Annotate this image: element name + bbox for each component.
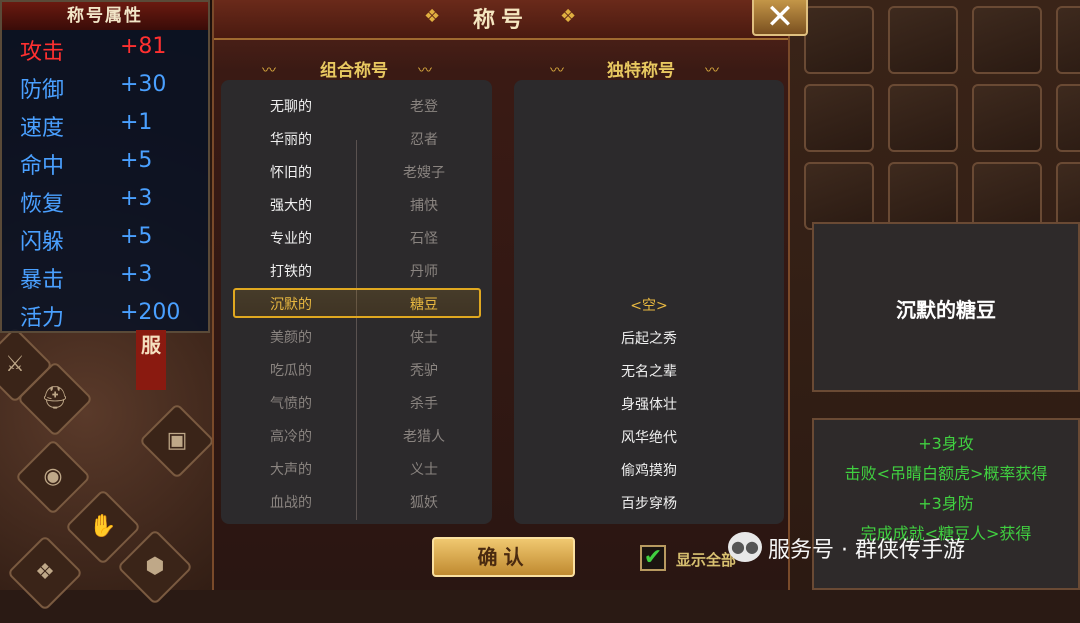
unique-title-item[interactable]: 偷鸡摸狗 [514,460,784,480]
combo-prefix-item[interactable]: 沉默的 [241,294,341,314]
inventory-slot[interactable] [888,162,958,230]
description-line: 击败<吊睛白额虎>概率获得 [844,464,1048,483]
close-button[interactable]: ✕ [752,0,808,36]
combo-suffix-item[interactable]: 老嫂子 [374,162,474,182]
combo-suffix-item[interactable]: 石怪 [374,228,474,248]
attributes-title: 称号属性 [2,2,208,30]
attribute-name: 攻击 [20,40,65,65]
inventory-slot[interactable] [804,6,874,74]
attribute-name: 防御 [20,78,65,103]
hat-icon: ◉ [43,464,63,489]
inventory-slot[interactable] [1056,6,1080,74]
gloves-icon: ✋ [89,514,117,539]
dialog-title: 称号 [472,8,529,33]
combo-prefix-item[interactable]: 气愤的 [241,393,341,413]
unique-title-item[interactable]: 百步穿杨 [514,493,784,513]
attribute-row: 攻击 +81 [2,30,208,68]
combo-suffix-item[interactable]: 义士 [374,459,474,479]
attribute-row: 活力 +200 [2,296,208,334]
inventory-slot[interactable] [1056,162,1080,230]
column-divider [356,140,357,520]
helmet-icon: ⛑ [41,386,69,411]
show-all-checkbox[interactable]: ✔ [640,545,666,571]
unique-title-item[interactable]: 风华绝代 [514,427,784,447]
inventory-slot[interactable] [972,162,1042,230]
combo-prefix-item[interactable]: 无聊的 [241,96,341,116]
side-tab-tag[interactable]: 服 [136,330,166,390]
attribute-name: 速度 [20,116,65,141]
attribute-name: 暴击 [20,268,65,293]
combo-prefix-item[interactable]: 大声的 [241,459,341,479]
unique-title-heading: 独特称号 [607,61,675,81]
selected-title-name: 沉默的糖豆 [896,298,996,322]
attribute-name: 恢复 [20,192,65,217]
section-ornament-icon: 〰 [550,63,564,79]
combo-suffix-item[interactable]: 糖豆 [374,294,474,314]
combo-prefix-item[interactable]: 强大的 [241,195,341,215]
inventory-slot[interactable] [972,6,1042,74]
attribute-value: +3 [120,186,153,211]
attribute-name: 活力 [20,306,65,331]
title-attributes-panel: 称号属性 攻击 +81 防御 +30 速度 +1 命中 +5 恢复 +3 闪躲 … [0,0,210,333]
armor-icon: ▣ [166,428,188,453]
inventory-slot[interactable] [804,162,874,230]
attribute-name: 命中 [20,154,65,179]
title-ornament-right-icon: ❖ [560,6,577,27]
inventory-slot[interactable] [804,84,874,152]
unique-title-item[interactable]: <空> [514,295,784,315]
combo-prefix-item[interactable]: 吃瓜的 [241,360,341,380]
attribute-value: +1 [120,110,153,135]
attribute-row: 防御 +30 [2,68,208,106]
attribute-value: +5 [120,224,153,249]
combo-prefix-item[interactable]: 高冷的 [241,426,341,446]
inventory-slot[interactable] [888,84,958,152]
description-line: +3身防 [918,494,974,513]
attribute-value: +30 [120,72,167,97]
attribute-row: 命中 +5 [2,144,208,182]
unique-title-item[interactable]: 后起之秀 [514,328,784,348]
attribute-row: 速度 +1 [2,106,208,144]
combo-title-heading: 组合称号 [320,61,388,81]
combo-prefix-item[interactable]: 专业的 [241,228,341,248]
inventory-slot[interactable] [888,6,958,74]
show-all-label: 显示全部 [676,551,737,569]
attribute-value: +3 [120,262,153,287]
combo-suffix-item[interactable]: 老猎人 [374,426,474,446]
section-ornament-icon: 〰 [705,63,719,79]
combo-suffix-item[interactable]: 狐妖 [374,492,474,512]
inventory-slot[interactable] [1056,84,1080,152]
combo-prefix-item[interactable]: 怀旧的 [241,162,341,182]
unique-title-item[interactable]: 身强体壮 [514,394,784,414]
combo-prefix-item[interactable]: 打铁的 [241,261,341,281]
attribute-value: +5 [120,148,153,173]
inventory-slot[interactable] [972,84,1042,152]
confirm-button[interactable]: 确认 [432,537,575,577]
combo-suffix-item[interactable]: 秃驴 [374,360,474,380]
combo-suffix-item[interactable]: 忍者 [374,129,474,149]
description-line: +3身攻 [918,434,974,453]
combo-suffix-item[interactable]: 丹师 [374,261,474,281]
combo-prefix-item[interactable]: 华丽的 [241,129,341,149]
combo-suffix-item[interactable]: 杀手 [374,393,474,413]
attribute-name: 闪躲 [20,230,65,255]
combo-suffix-item[interactable]: 捕快 [374,195,474,215]
attribute-value: +200 [120,300,181,325]
attribute-row: 恢复 +3 [2,182,208,220]
combo-suffix-item[interactable]: 侠士 [374,327,474,347]
combo-prefix-item[interactable]: 美颜的 [241,327,341,347]
unique-title-item[interactable]: 无名之辈 [514,361,784,381]
watermark-text: 服务号 · 群侠传手游 [768,538,965,563]
combo-suffix-item[interactable]: 老登 [374,96,474,116]
attribute-value: +81 [120,34,167,59]
watermark: ●● 服务号 · 群侠传手游 [728,530,1080,570]
wechat-icon: ●● [728,532,762,562]
attribute-row: 暴击 +3 [2,258,208,296]
selected-title-box: 沉默的糖豆 [812,222,1080,392]
attribute-row: 闪躲 +5 [2,220,208,258]
shield-icon: ⬢ [145,554,165,579]
section-ornament-icon: 〰 [418,63,432,79]
section-ornament-icon: 〰 [262,63,276,79]
cloak-icon: ❖ [35,560,55,585]
combo-prefix-item[interactable]: 血战的 [241,492,341,512]
